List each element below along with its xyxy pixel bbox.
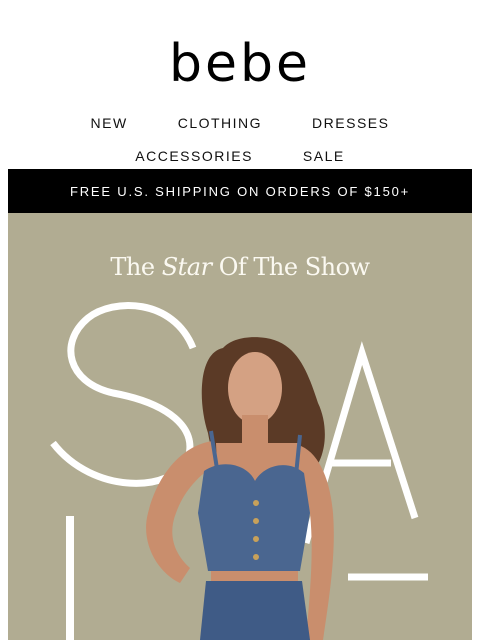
nav-link-new[interactable]: NEW: [91, 115, 128, 131]
nav-link-accessories[interactable]: ACCESSORIES: [135, 148, 253, 164]
denim-jeans: [200, 581, 310, 640]
shipping-banner[interactable]: FREE U.S. SHIPPING ON ORDERS OF $150+: [8, 169, 472, 213]
model-figure: [146, 337, 334, 640]
nav-link-clothing[interactable]: CLOTHING: [178, 115, 262, 131]
hero-headline: The Star Of The Show: [110, 253, 370, 281]
nav-link-sale[interactable]: SALE: [303, 148, 345, 164]
hero-sale-banner[interactable]: The Star Of The Show: [8, 213, 472, 640]
primary-nav-row-2: ACCESSORIES SALE: [0, 148, 480, 164]
hero-headline-emphasis: Star: [161, 253, 212, 281]
brand-logo[interactable]: bebe: [0, 38, 480, 90]
primary-nav-row-1: NEW CLOTHING DRESSES: [0, 115, 480, 131]
nav-link-dresses[interactable]: DRESSES: [312, 115, 389, 131]
sale-letter-s: [50, 302, 197, 487]
